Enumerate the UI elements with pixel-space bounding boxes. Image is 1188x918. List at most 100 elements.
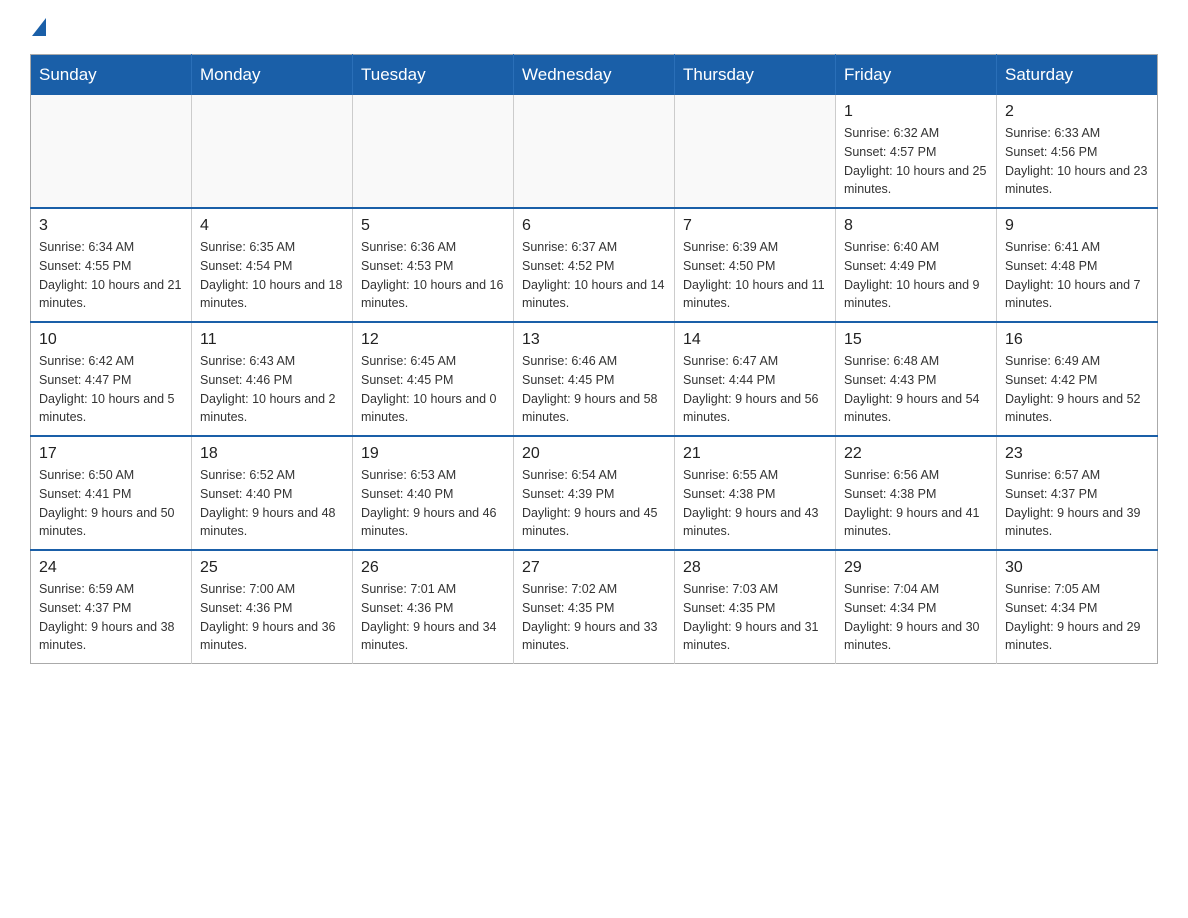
day-number: 4	[200, 217, 344, 235]
day-number: 12	[361, 331, 505, 349]
calendar-cell: 13 Sunrise: 6:46 AM Sunset: 4:45 PM Dayli…	[514, 322, 675, 436]
calendar-cell: 9 Sunrise: 6:41 AM Sunset: 4:48 PM Daylig…	[997, 208, 1158, 322]
calendar-week-row: 3 Sunrise: 6:34 AM Sunset: 4:55 PM Daylig…	[31, 208, 1158, 322]
day-number: 25	[200, 559, 344, 577]
calendar-cell: 19 Sunrise: 6:53 AM Sunset: 4:40 PM Dayli…	[353, 436, 514, 550]
calendar-cell: 23 Sunrise: 6:57 AM Sunset: 4:37 PM Dayli…	[997, 436, 1158, 550]
day-number: 21	[683, 445, 827, 463]
day-info: Sunrise: 6:33 AM Sunset: 4:56 PM Dayligh…	[1005, 124, 1149, 199]
calendar-cell: 15Sunrise: 6:48 AM Sunset: 4:43 PM Dayli…	[836, 322, 997, 436]
day-header-wednesday: Wednesday	[514, 55, 675, 96]
calendar-header-row: SundayMondayTuesdayWednesdayThursdayFrid…	[31, 55, 1158, 96]
calendar-week-row: 24 Sunrise: 6:59 AM Sunset: 4:37 PM Dayli…	[31, 550, 1158, 664]
day-info: Sunrise: 6:41 AM Sunset: 4:48 PM Dayligh…	[1005, 238, 1149, 313]
day-header-saturday: Saturday	[997, 55, 1158, 96]
day-info: Sunrise: 6:43 AM Sunset: 4:46 PM Dayligh…	[200, 352, 344, 427]
day-number: 14	[683, 331, 827, 349]
day-number: 19	[361, 445, 505, 463]
day-number: 22	[844, 445, 988, 463]
day-number: 6	[522, 217, 666, 235]
day-number: 11	[200, 331, 344, 349]
day-number: 24	[39, 559, 183, 577]
page-header	[30, 20, 1158, 34]
day-info: Sunrise: 7:05 AM Sunset: 4:34 PM Dayligh…	[1005, 580, 1149, 655]
day-header-thursday: Thursday	[675, 55, 836, 96]
day-info: Sunrise: 6:42 AM Sunset: 4:47 PM Dayligh…	[39, 352, 183, 427]
calendar-cell: 10 Sunrise: 6:42 AM Sunset: 4:47 PM Dayli…	[31, 322, 192, 436]
day-header-tuesday: Tuesday	[353, 55, 514, 96]
calendar-cell	[514, 95, 675, 208]
day-number: 9	[1005, 217, 1149, 235]
calendar-cell: 25 Sunrise: 7:00 AM Sunset: 4:36 PM Dayli…	[192, 550, 353, 664]
day-info: Sunrise: 6:55 AM Sunset: 4:38 PM Dayligh…	[683, 466, 827, 541]
day-number: 5	[361, 217, 505, 235]
day-info: Sunrise: 6:45 AM Sunset: 4:45 PM Dayligh…	[361, 352, 505, 427]
day-info: Sunrise: 7:02 AM Sunset: 4:35 PM Dayligh…	[522, 580, 666, 655]
day-info: Sunrise: 7:03 AM Sunset: 4:35 PM Dayligh…	[683, 580, 827, 655]
day-info: Sunrise: 6:59 AM Sunset: 4:37 PM Dayligh…	[39, 580, 183, 655]
calendar-cell: 20Sunrise: 6:54 AM Sunset: 4:39 PM Dayli…	[514, 436, 675, 550]
day-number: 2	[1005, 103, 1149, 121]
calendar-cell: 27Sunrise: 7:02 AM Sunset: 4:35 PM Dayli…	[514, 550, 675, 664]
day-info: Sunrise: 6:46 AM Sunset: 4:45 PM Dayligh…	[522, 352, 666, 427]
calendar-cell: 28Sunrise: 7:03 AM Sunset: 4:35 PM Dayli…	[675, 550, 836, 664]
logo-triangle-icon	[32, 18, 46, 36]
day-info: Sunrise: 6:47 AM Sunset: 4:44 PM Dayligh…	[683, 352, 827, 427]
day-header-monday: Monday	[192, 55, 353, 96]
calendar-cell: 16 Sunrise: 6:49 AM Sunset: 4:42 PM Dayli…	[997, 322, 1158, 436]
day-number: 17	[39, 445, 183, 463]
day-info: Sunrise: 6:36 AM Sunset: 4:53 PM Dayligh…	[361, 238, 505, 313]
calendar-week-row: 1Sunrise: 6:32 AM Sunset: 4:57 PM Daylig…	[31, 95, 1158, 208]
day-number: 10	[39, 331, 183, 349]
day-number: 13	[522, 331, 666, 349]
calendar-week-row: 10 Sunrise: 6:42 AM Sunset: 4:47 PM Dayli…	[31, 322, 1158, 436]
calendar-cell: 8 Sunrise: 6:40 AM Sunset: 4:49 PM Daylig…	[836, 208, 997, 322]
day-number: 20	[522, 445, 666, 463]
calendar-cell: 18 Sunrise: 6:52 AM Sunset: 4:40 PM Dayli…	[192, 436, 353, 550]
calendar-table: SundayMondayTuesdayWednesdayThursdayFrid…	[30, 54, 1158, 664]
calendar-cell: 29 Sunrise: 7:04 AM Sunset: 4:34 PM Dayli…	[836, 550, 997, 664]
calendar-cell	[353, 95, 514, 208]
day-number: 26	[361, 559, 505, 577]
day-info: Sunrise: 6:56 AM Sunset: 4:38 PM Dayligh…	[844, 466, 988, 541]
day-info: Sunrise: 6:52 AM Sunset: 4:40 PM Dayligh…	[200, 466, 344, 541]
day-header-friday: Friday	[836, 55, 997, 96]
day-info: Sunrise: 6:50 AM Sunset: 4:41 PM Dayligh…	[39, 466, 183, 541]
calendar-cell: 26 Sunrise: 7:01 AM Sunset: 4:36 PM Dayli…	[353, 550, 514, 664]
day-number: 8	[844, 217, 988, 235]
day-number: 3	[39, 217, 183, 235]
day-number: 30	[1005, 559, 1149, 577]
calendar-cell	[31, 95, 192, 208]
day-info: Sunrise: 7:01 AM Sunset: 4:36 PM Dayligh…	[361, 580, 505, 655]
day-info: Sunrise: 6:49 AM Sunset: 4:42 PM Dayligh…	[1005, 352, 1149, 427]
day-info: Sunrise: 6:53 AM Sunset: 4:40 PM Dayligh…	[361, 466, 505, 541]
day-number: 23	[1005, 445, 1149, 463]
day-number: 15	[844, 331, 988, 349]
calendar-cell: 1Sunrise: 6:32 AM Sunset: 4:57 PM Daylig…	[836, 95, 997, 208]
calendar-cell: 11 Sunrise: 6:43 AM Sunset: 4:46 PM Dayli…	[192, 322, 353, 436]
day-info: Sunrise: 6:57 AM Sunset: 4:37 PM Dayligh…	[1005, 466, 1149, 541]
day-number: 29	[844, 559, 988, 577]
day-header-sunday: Sunday	[31, 55, 192, 96]
calendar-cell: 3 Sunrise: 6:34 AM Sunset: 4:55 PM Daylig…	[31, 208, 192, 322]
day-number: 16	[1005, 331, 1149, 349]
calendar-cell: 7Sunrise: 6:39 AM Sunset: 4:50 PM Daylig…	[675, 208, 836, 322]
calendar-cell: 22 Sunrise: 6:56 AM Sunset: 4:38 PM Dayli…	[836, 436, 997, 550]
day-info: Sunrise: 6:39 AM Sunset: 4:50 PM Dayligh…	[683, 238, 827, 313]
day-info: Sunrise: 7:00 AM Sunset: 4:36 PM Dayligh…	[200, 580, 344, 655]
calendar-cell: 21 Sunrise: 6:55 AM Sunset: 4:38 PM Dayli…	[675, 436, 836, 550]
day-info: Sunrise: 6:34 AM Sunset: 4:55 PM Dayligh…	[39, 238, 183, 313]
day-info: Sunrise: 6:40 AM Sunset: 4:49 PM Dayligh…	[844, 238, 988, 313]
calendar-week-row: 17 Sunrise: 6:50 AM Sunset: 4:41 PM Dayli…	[31, 436, 1158, 550]
calendar-cell: 17 Sunrise: 6:50 AM Sunset: 4:41 PM Dayli…	[31, 436, 192, 550]
day-info: Sunrise: 6:37 AM Sunset: 4:52 PM Dayligh…	[522, 238, 666, 313]
day-number: 1	[844, 103, 988, 121]
day-info: Sunrise: 7:04 AM Sunset: 4:34 PM Dayligh…	[844, 580, 988, 655]
day-number: 18	[200, 445, 344, 463]
calendar-cell: 5 Sunrise: 6:36 AM Sunset: 4:53 PM Daylig…	[353, 208, 514, 322]
calendar-cell: 30 Sunrise: 7:05 AM Sunset: 4:34 PM Dayli…	[997, 550, 1158, 664]
calendar-cell	[192, 95, 353, 208]
calendar-cell: 4 Sunrise: 6:35 AM Sunset: 4:54 PM Daylig…	[192, 208, 353, 322]
calendar-cell: 14 Sunrise: 6:47 AM Sunset: 4:44 PM Dayli…	[675, 322, 836, 436]
day-info: Sunrise: 6:35 AM Sunset: 4:54 PM Dayligh…	[200, 238, 344, 313]
